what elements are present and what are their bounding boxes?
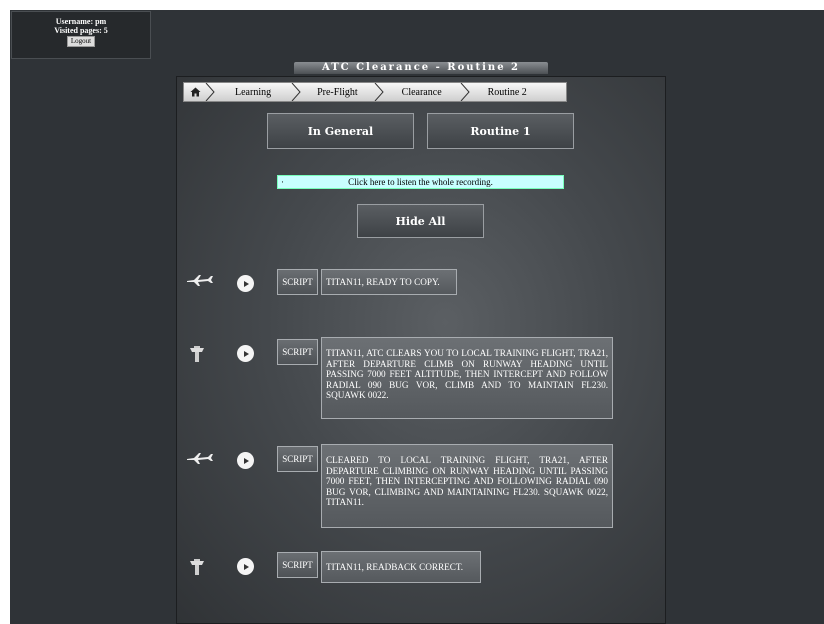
script-text: TITAN11, ATC CLEARS YOU TO LOCAL TRAININ… (321, 337, 613, 419)
script-toggle-button[interactable]: SCRIPT (277, 446, 318, 472)
control-tower-icon (190, 559, 204, 575)
breadcrumb: Learning Pre-Flight Clearance Routine 2 (183, 82, 567, 102)
script-toggle-button[interactable]: SCRIPT (277, 339, 318, 365)
control-tower-icon (190, 346, 204, 362)
play-button[interactable] (237, 275, 254, 292)
listen-whole-recording-link[interactable]: · Click here to listen the whole recordi… (277, 175, 564, 189)
play-icon (243, 350, 249, 357)
username-text: Username: pm (55, 17, 107, 26)
breadcrumb-item-pre-flight[interactable]: Pre-Flight (301, 83, 374, 101)
listen-marker: · (281, 177, 284, 187)
play-button[interactable] (237, 345, 254, 362)
airplane-icon (187, 275, 213, 286)
home-icon (190, 87, 201, 97)
visited-pages-text: Visited pages: 5 (54, 26, 108, 35)
script-toggle-button[interactable]: SCRIPT (277, 552, 318, 578)
breadcrumb-item-learning[interactable]: Learning (215, 83, 291, 101)
script-toggle-button[interactable]: SCRIPT (277, 269, 318, 295)
breadcrumb-item-clearance[interactable]: Clearance (384, 83, 460, 101)
logout-button[interactable]: Logout (66, 36, 96, 47)
play-button[interactable] (237, 452, 254, 469)
script-text: CLEARED TO LOCAL TRAINING FLIGHT, TRA21,… (321, 444, 613, 528)
breadcrumb-separator (205, 83, 215, 101)
routine-1-button[interactable]: Routine 1 (427, 113, 574, 149)
hide-all-button[interactable]: Hide All (357, 204, 484, 238)
script-text: TITAN11, READY TO COPY. (321, 269, 457, 295)
script-text: TITAN11, READBACK CORRECT. (321, 551, 481, 583)
user-info-box: Username: pm Visited pages: 5 Logout (11, 11, 151, 59)
play-button[interactable] (237, 558, 254, 575)
breadcrumb-separator (374, 83, 384, 101)
play-icon (243, 457, 249, 464)
breadcrumb-home[interactable] (184, 83, 205, 101)
listen-label: Click here to listen the whole recording… (348, 177, 493, 187)
in-general-button[interactable]: In General (267, 113, 414, 149)
airplane-icon (187, 453, 213, 464)
breadcrumb-separator (291, 83, 301, 101)
breadcrumb-item-routine-2[interactable]: Routine 2 (470, 83, 535, 101)
page-title: ATC Clearance - Routine 2 (294, 62, 548, 74)
play-icon (243, 280, 249, 287)
breadcrumb-separator (460, 83, 470, 101)
play-icon (243, 563, 249, 570)
